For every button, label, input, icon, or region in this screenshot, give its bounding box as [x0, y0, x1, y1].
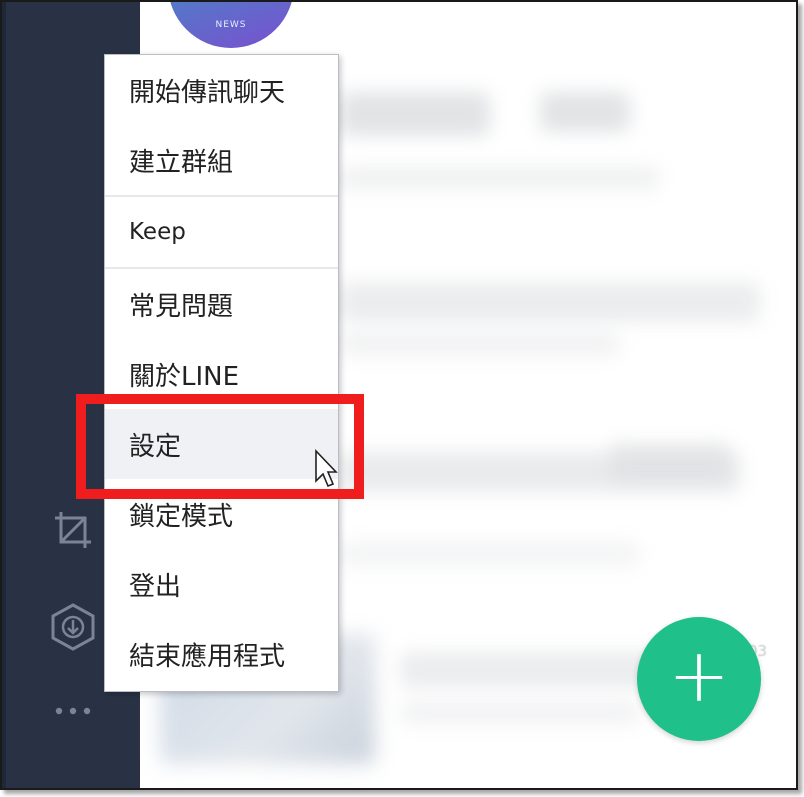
crop-icon[interactable]	[48, 505, 98, 555]
menu-item-about[interactable]: 關於LINE	[105, 339, 338, 409]
profile-avatar[interactable]: NEWS	[168, 2, 294, 48]
menu-item-settings[interactable]: 設定	[105, 409, 338, 479]
context-menu: 開始傳訊聊天 建立群組 Keep 常見問題 關於LINE 設定 鎖定模式 登出 …	[104, 54, 339, 692]
menu-item-label: 結束應用程式	[129, 641, 286, 672]
blurred-row	[340, 167, 660, 189]
blurred-row	[400, 702, 640, 724]
menu-group-chat: 開始傳訊聊天 建立群組	[105, 55, 338, 197]
more-icon[interactable]	[48, 686, 98, 736]
menu-item-label: 登出	[129, 571, 182, 602]
menu-group-keep: Keep	[105, 197, 338, 269]
blurred-row	[340, 92, 490, 136]
menu-group-app: 常見問題 關於LINE 設定 鎖定模式 登出 結束應用程式	[105, 269, 338, 689]
menu-item-start-chat[interactable]: 開始傳訊聊天	[105, 55, 338, 125]
blurred-row	[610, 442, 730, 482]
blurred-row	[340, 282, 760, 322]
menu-item-lock-mode[interactable]: 鎖定模式	[105, 479, 338, 549]
menu-item-label: 開始傳訊聊天	[129, 77, 286, 108]
screenshot-frame: NEWS 03 + 開始傳訊聊天 建立群組 Keep 常見問題 關於LINE 設…	[0, 0, 798, 790]
menu-item-keep[interactable]: Keep	[105, 197, 338, 267]
add-button[interactable]: +	[637, 617, 761, 741]
menu-item-label: Keep	[129, 219, 186, 245]
menu-item-label: 設定	[129, 431, 182, 462]
avatar-text: NEWS	[215, 20, 247, 30]
menu-item-label: 常見問題	[129, 291, 234, 322]
download-icon[interactable]	[48, 602, 98, 652]
blurred-row	[340, 542, 640, 566]
blurred-row	[540, 92, 630, 132]
plus-icon: +	[667, 633, 730, 719]
sidebar-edge	[2, 2, 6, 788]
menu-item-create-group[interactable]: 建立群組	[105, 125, 338, 195]
mouse-cursor-icon	[314, 449, 338, 493]
menu-item-label: 關於LINE	[129, 361, 240, 392]
blurred-row	[340, 332, 620, 356]
menu-item-faq[interactable]: 常見問題	[105, 269, 338, 339]
menu-item-quit[interactable]: 結束應用程式	[105, 619, 338, 689]
menu-item-logout[interactable]: 登出	[105, 549, 338, 619]
menu-item-label: 鎖定模式	[129, 501, 234, 532]
menu-item-label: 建立群組	[129, 147, 234, 178]
